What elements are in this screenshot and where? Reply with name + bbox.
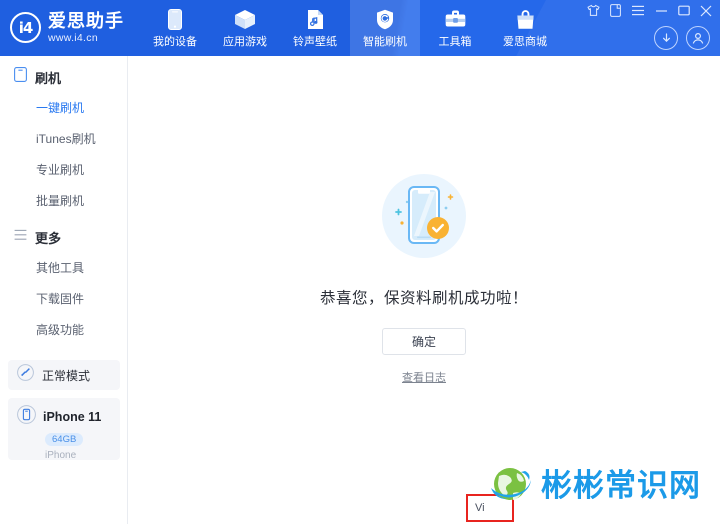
close-icon[interactable] xyxy=(700,5,712,17)
user-icon[interactable] xyxy=(686,26,710,50)
toolbox-icon xyxy=(445,8,466,30)
nav-label: 铃声壁纸 xyxy=(293,35,337,48)
shopping-bag-icon xyxy=(516,8,535,30)
sidebar-item-label: 一键刷机 xyxy=(36,101,85,115)
sidebar-item-batch-flash[interactable]: 批量刷机 xyxy=(0,185,127,216)
device-type: iPhone xyxy=(45,450,77,461)
sidebar-item-advanced[interactable]: 高级功能 xyxy=(0,314,127,345)
menu-icon[interactable] xyxy=(631,5,645,16)
sidebar-item-download-firmware[interactable]: 下载固件 xyxy=(0,283,127,314)
device-mode-card[interactable]: 正常模式 xyxy=(8,360,120,390)
device-card-top: iPhone 11 xyxy=(17,405,120,429)
sidebar-group-label: 刷机 xyxy=(35,70,62,86)
phone-icon xyxy=(168,8,182,30)
device-name: iPhone 11 xyxy=(43,410,102,424)
sidebar-item-label: 批量刷机 xyxy=(36,194,85,208)
sidebar-item-pro-flash[interactable]: 专业刷机 xyxy=(0,154,127,185)
nav-label: 应用游戏 xyxy=(223,35,267,48)
sidebar-item-label: 其他工具 xyxy=(36,261,85,275)
app-window: i4 爱思助手 www.i4.cn 我的设备 应用游戏 铃声壁纸 智能刷机 工具… xyxy=(0,0,720,524)
device-card[interactable]: iPhone 11 64GB iPhone xyxy=(8,398,120,461)
brand-title: 爱思助手 xyxy=(48,11,124,31)
nav-label: 智能刷机 xyxy=(363,35,407,48)
view-log-link[interactable]: 查看日志 xyxy=(402,369,446,385)
shirt-icon[interactable] xyxy=(587,4,600,17)
download-icon[interactable] xyxy=(654,26,678,50)
phone-success-icon xyxy=(374,166,474,266)
list-icon xyxy=(14,228,27,246)
sidebar-item-itunes-flash[interactable]: iTunes刷机 xyxy=(0,123,127,154)
nav-item-store[interactable]: 爱思商城 xyxy=(490,0,560,56)
sidebar-group-flash: 刷机 xyxy=(0,62,127,92)
mode-label: 正常模式 xyxy=(42,368,91,383)
nav-item-apps-games[interactable]: 应用游戏 xyxy=(210,0,280,56)
success-message: 恭喜您，保资料刷机成功啦！ xyxy=(319,290,528,307)
sidebar-item-label: iTunes刷机 xyxy=(36,132,96,146)
sidebar-item-other-tools[interactable]: 其他工具 xyxy=(0,252,127,283)
nav-label: 我的设备 xyxy=(153,35,197,48)
highlighted-button[interactable]: Vi xyxy=(466,494,514,522)
brand-subtitle: www.i4.cn xyxy=(48,32,98,44)
nav-item-ringtone-wallpaper[interactable]: 铃声壁纸 xyxy=(280,0,350,56)
nav-item-toolbox[interactable]: 工具箱 xyxy=(420,0,490,56)
sidebar-item-label: 下载固件 xyxy=(36,292,85,306)
cube-icon xyxy=(234,8,256,30)
nav-label: 爱思商城 xyxy=(503,35,547,48)
highlighted-button-label: Vi xyxy=(475,502,485,514)
brand-logo: i4 爱思助手 www.i4.cn xyxy=(10,12,124,44)
window-controls xyxy=(587,4,712,17)
brand-mark-icon: i4 xyxy=(10,12,41,44)
success-dialog: 恭喜您，保资料刷机成功啦！ 确定 查看日志 xyxy=(128,166,720,385)
brand-text: 爱思助手 www.i4.cn xyxy=(48,12,124,44)
title-bar: i4 爱思助手 www.i4.cn 我的设备 应用游戏 铃声壁纸 智能刷机 工具… xyxy=(0,0,720,56)
nav-label: 工具箱 xyxy=(438,35,472,48)
shield-refresh-icon xyxy=(376,8,394,30)
confirm-button[interactable]: 确定 xyxy=(382,328,466,355)
device-icon xyxy=(17,405,36,429)
main-nav: 我的设备 应用游戏 铃声壁纸 智能刷机 工具箱 爱思商城 xyxy=(140,0,560,56)
minimize-icon[interactable] xyxy=(655,5,668,16)
nav-item-smart-flash[interactable]: 智能刷机 xyxy=(350,0,420,56)
maximize-icon[interactable] xyxy=(678,5,690,16)
sidebar-item-label: 专业刷机 xyxy=(36,163,85,177)
music-file-icon xyxy=(307,8,324,30)
mode-icon xyxy=(17,364,34,386)
sidebar: 刷机 一键刷机 iTunes刷机 专业刷机 批量刷机 更多 其他工具 下载固件 … xyxy=(0,56,128,524)
device-capacity-badge: 64GB xyxy=(45,433,84,446)
tablet-icon[interactable] xyxy=(610,4,621,17)
sidebar-item-label: 高级功能 xyxy=(36,323,85,337)
main-content: 恭喜您，保资料刷机成功啦！ 确定 查看日志 xyxy=(128,56,720,524)
sidebar-group-more: 更多 xyxy=(0,222,127,252)
sidebar-item-one-key-flash[interactable]: 一键刷机 xyxy=(0,92,127,123)
nav-item-my-device[interactable]: 我的设备 xyxy=(140,0,210,56)
phone-outline-icon xyxy=(14,67,27,87)
account-area xyxy=(654,26,710,50)
sidebar-group-label: 更多 xyxy=(35,230,62,246)
